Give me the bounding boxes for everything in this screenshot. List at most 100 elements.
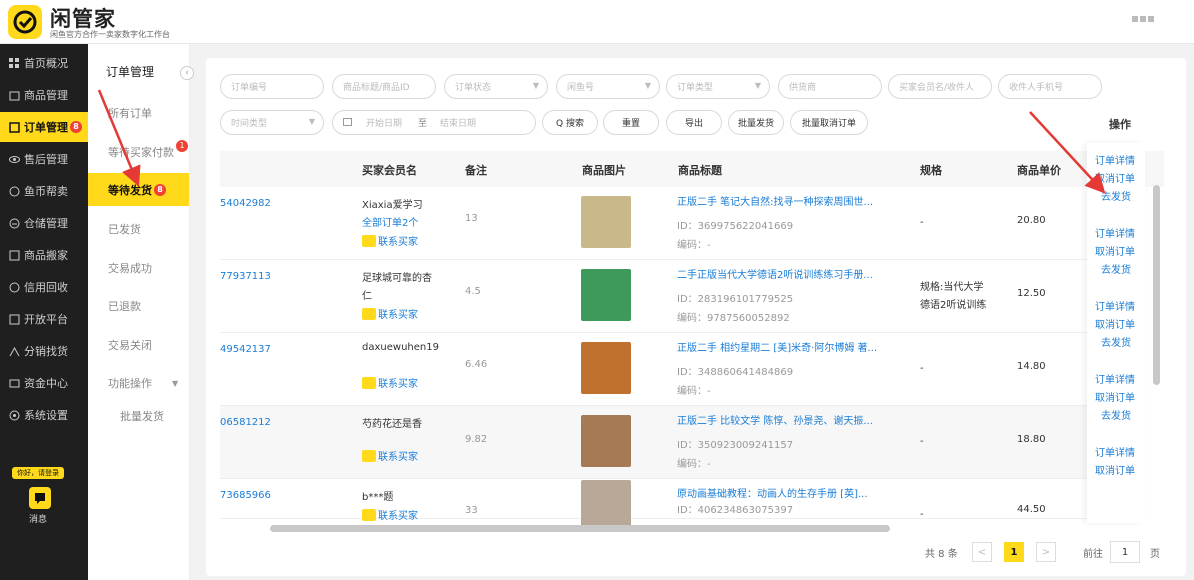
contact-buyer-button[interactable]: 联系买家 — [362, 306, 418, 321]
submenu-item-await-pay[interactable]: 等待买家付款 1 — [88, 136, 189, 168]
calendar-icon — [343, 117, 352, 129]
cancel-order-link[interactable]: 取消订单 — [1095, 243, 1135, 258]
order-status-select[interactable]: 订单状态 ▼ — [444, 74, 548, 99]
product-title-link[interactable]: 正版二手 比较文学 陈惇、孙景尧、谢天振... — [677, 412, 907, 427]
vertical-scrollbar[interactable] — [1153, 185, 1160, 385]
supplier-input[interactable]: 供货商 — [778, 74, 882, 99]
batch-cancel-button[interactable]: 批量取消订单 — [790, 110, 868, 135]
chat-icon — [362, 307, 376, 320]
submenu-item-shipped[interactable]: 已发货 — [88, 213, 189, 245]
order-detail-link[interactable]: 订单详情 — [1095, 444, 1135, 459]
chevron-down-icon: ▼ — [172, 378, 179, 388]
order-detail-link[interactable]: 订单详情 — [1095, 371, 1135, 386]
order-no-link[interactable]: 73685966 — [220, 490, 271, 501]
buyer-name: 芍药花还是香 — [362, 419, 422, 430]
sidebar-item-home[interactable]: 首页概况 — [0, 48, 88, 78]
order-detail-link[interactable]: 订单详情 — [1095, 152, 1135, 167]
submenu-item-refunded[interactable]: 已退款 — [88, 290, 189, 322]
pager-total: 共 8 条 — [925, 549, 958, 560]
batch-ship-button[interactable]: 批量发货 — [728, 110, 784, 135]
sidebar-item-coin[interactable]: 鱼币帮卖 — [0, 176, 88, 206]
spec-value: - — [920, 436, 924, 447]
cancel-order-link[interactable]: 取消订单 — [1095, 462, 1135, 477]
product-title-link[interactable]: 原动画基础教程：动画人的生存手册 [英]... — [677, 485, 907, 500]
chat-icon — [362, 376, 376, 389]
order-detail-link[interactable]: 订单详情 — [1095, 298, 1135, 313]
cancel-order-link[interactable]: 取消订单 — [1095, 170, 1135, 185]
order-no-link[interactable]: 77937113 — [220, 271, 271, 282]
contact-buyer-button[interactable]: 联系买家 — [362, 507, 418, 522]
current-page-button[interactable]: 1 — [1004, 542, 1024, 562]
chat-icon — [362, 508, 376, 521]
chevron-down-icon: ▼ — [754, 81, 761, 90]
sidebar-item-distribute[interactable]: 分销找货 — [0, 336, 88, 366]
sidebar-item-aftersale[interactable]: 售后管理 — [0, 144, 88, 174]
order-no-input[interactable]: 订单编号 — [220, 74, 324, 99]
order-no-link[interactable]: 49542137 — [220, 344, 271, 355]
platform-icon — [8, 313, 20, 325]
submenu-item-batch-ship[interactable]: 批量发货 — [88, 400, 189, 432]
sidebar-item-money[interactable]: 资金中心 — [0, 368, 88, 398]
sidebar-item-platform[interactable]: 开放平台 — [0, 304, 88, 334]
time-type-select[interactable]: 时间类型 ▼ — [220, 110, 324, 135]
product-title-link[interactable]: 正版二手 笔记大自然:找寻一种探索周围世... — [677, 193, 907, 208]
submenu-item-all[interactable]: 所有订单 — [88, 97, 189, 129]
product-image[interactable] — [581, 196, 631, 248]
sidebar-item-orders[interactable]: 订单管理 8 — [0, 112, 88, 142]
cancel-order-link[interactable]: 取消订单 — [1095, 389, 1135, 404]
sidebar-item-move[interactable]: 商品搬家 — [0, 240, 88, 270]
sidebar-item-recycle[interactable]: 信用回收 — [0, 272, 88, 302]
product-image[interactable] — [581, 269, 631, 321]
product-title-link[interactable]: 正版二手 相约星期二 [美]米奇·阿尔博姆 著... — [677, 339, 907, 354]
reset-button[interactable]: 重置 — [603, 110, 659, 135]
search-button[interactable]: Q 搜索 — [542, 110, 598, 135]
buyer-input[interactable]: 买家会员名/收件人 — [888, 74, 992, 99]
order-detail-link[interactable]: 订单详情 — [1095, 225, 1135, 240]
message-icon[interactable] — [29, 487, 51, 509]
contact-buyer-button[interactable]: 联系买家 — [362, 448, 418, 463]
product-image[interactable] — [581, 342, 631, 394]
unit-price: 44.50 — [1017, 504, 1046, 515]
chevron-down-icon: ▼ — [308, 117, 315, 126]
spec-value: - — [920, 509, 924, 520]
grid-icon — [8, 57, 20, 69]
contact-buyer-button[interactable]: 联系买家 — [362, 375, 418, 390]
horizontal-scrollbar[interactable] — [270, 525, 890, 532]
sidebar-item-warehouse[interactable]: 仓储管理 — [0, 208, 88, 238]
product-code: 编码：- — [677, 459, 711, 470]
order-no-link[interactable]: 06581212 — [220, 417, 271, 428]
submenu-item-functions[interactable]: 功能操作 ▼ — [88, 367, 189, 399]
ship-link[interactable]: 去发货 — [1101, 334, 1131, 349]
order-type-select[interactable]: 订单类型 ▼ — [666, 74, 770, 99]
submenu-item-success[interactable]: 交易成功 — [88, 252, 189, 284]
title-id-input[interactable]: 商品标题/商品ID — [332, 74, 436, 99]
order-submenu: 订单管理 ‹ 所有订单 等待买家付款 1 等待发货 8 已发货 交易成功 已退款 交… — [88, 44, 194, 580]
sidebar-item-settings[interactable]: 系统设置 — [0, 400, 88, 430]
product-image[interactable] — [581, 415, 631, 467]
login-tag[interactable]: 你好，请登录 — [12, 467, 64, 479]
sidebar-item-products[interactable]: 商品管理 — [0, 80, 88, 110]
layout-toggle-icon[interactable] — [1132, 16, 1154, 26]
submenu-item-closed[interactable]: 交易关闭 — [88, 329, 189, 361]
prev-page-button[interactable]: < — [972, 542, 992, 562]
submenu-item-await-ship[interactable]: 等待发货 8 — [88, 173, 189, 206]
ship-link[interactable]: 去发货 — [1101, 188, 1131, 203]
gear-icon — [8, 409, 20, 421]
fish-no-select[interactable]: 闲鱼号 ▼ — [556, 74, 660, 99]
date-range-input[interactable]: 开始日期 至 结束日期 — [332, 110, 536, 135]
phone-input[interactable]: 收件人手机号 — [998, 74, 1102, 99]
ship-link[interactable]: 去发货 — [1101, 261, 1131, 276]
coin-icon — [8, 185, 20, 197]
order-no-link[interactable]: 54042982 — [220, 198, 271, 209]
export-button[interactable]: 导出 — [666, 110, 722, 135]
contact-buyer-button[interactable]: 联系买家 — [362, 233, 418, 248]
product-id: ID：283196101779525 — [677, 294, 794, 305]
cancel-order-link[interactable]: 取消订单 — [1095, 316, 1135, 331]
next-page-button[interactable]: > — [1036, 542, 1056, 562]
ship-link[interactable]: 去发货 — [1101, 407, 1131, 422]
page-input[interactable]: 1 — [1110, 541, 1140, 563]
table-row: 06581212 芍药花还是香 联系买家 9.82 正版二手 比较文学 陈惇、孙景尧、谢… — [220, 406, 1087, 479]
all-orders-link[interactable]: 全部订单2个 — [362, 214, 418, 229]
spec-value: - — [920, 217, 924, 228]
product-title-link[interactable]: 二手正版当代大学德语2听说训练练习手册... — [677, 266, 907, 281]
